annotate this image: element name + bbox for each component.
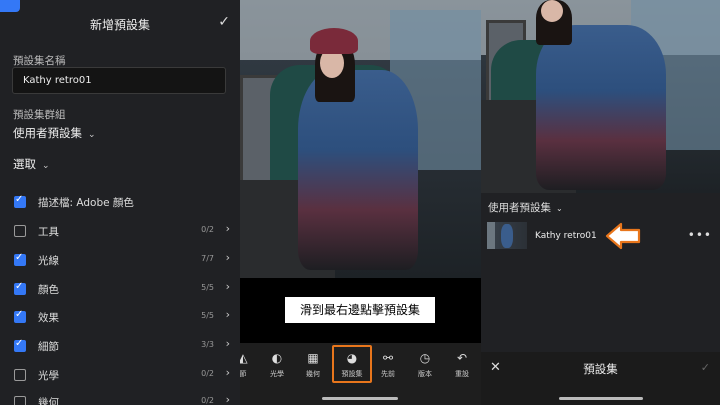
preset-group-label: 預設集群組 [13, 109, 66, 121]
checklist-label: 細節 [38, 341, 59, 353]
checklist-row[interactable]: 幾何 0/2 › [14, 393, 232, 405]
checklist-row[interactable]: 顏色 5/5 › [14, 280, 232, 300]
confirm-icon[interactable]: ✓ [701, 361, 710, 374]
checklist-count: 5/5 [201, 311, 214, 320]
home-indicator [322, 397, 398, 400]
tool-label: 重設 [455, 370, 469, 378]
checkbox[interactable] [14, 252, 26, 266]
checkbox[interactable] [14, 396, 26, 405]
checkbox[interactable] [14, 225, 26, 237]
tool-label: 節 [240, 370, 247, 378]
chevron-right-icon[interactable]: › [226, 337, 230, 350]
tool-reset[interactable]: ↶ 重設 [445, 351, 479, 379]
checklist-label: 效果 [38, 312, 59, 324]
undo-icon: ↶ [456, 351, 468, 365]
tool-label: 光學 [270, 370, 284, 378]
tool-detail[interactable]: ◭ 節 [240, 351, 260, 379]
home-indicator [559, 397, 643, 400]
preset-group-dropdown[interactable]: 使用者預設集 ⌄ [488, 200, 563, 215]
checklist-label: 幾何 [38, 397, 59, 405]
checkbox[interactable] [14, 281, 26, 295]
instruction-caption: 滑到最右邊點擊預設集 [284, 296, 436, 324]
preset-name: Kathy retro01 [535, 231, 597, 241]
photo-preview [481, 0, 720, 193]
chevron-right-icon[interactable]: › [226, 393, 230, 405]
checkbox[interactable] [14, 338, 26, 352]
checklist-count: 0/2 [201, 225, 214, 234]
chevron-right-icon[interactable]: › [226, 251, 230, 264]
presets-bottom-bar: ✕ 預設集 ✓ [481, 352, 720, 405]
preset-name-label: 預設集名稱 [13, 55, 66, 67]
tool-geometry[interactable]: ▦ 幾何 [296, 351, 330, 379]
preset-group-value: 使用者預設集 [488, 202, 551, 214]
preset-group-dropdown[interactable]: 使用者預設集 ⌄ [13, 125, 96, 141]
presets-title: 預設集 [583, 362, 618, 376]
checklist-label: 工具 [38, 226, 59, 238]
checkbox[interactable] [14, 194, 26, 208]
tool-previous[interactable]: ⚯ 先前 [371, 351, 405, 379]
tool-label: 預設集 [341, 370, 363, 378]
chevron-down-icon: ⌄ [556, 204, 563, 213]
chevron-right-icon[interactable]: › [226, 366, 230, 379]
checklist-count: 0/2 [201, 396, 214, 405]
chevron-down-icon: ⌄ [42, 161, 50, 171]
checklist-row[interactable]: 工具 0/2 › [14, 222, 232, 242]
tool-label: 先前 [381, 370, 395, 378]
checklist-count: 3/3 [201, 340, 214, 349]
checklist-label: 光線 [38, 255, 59, 267]
photo-preview [240, 0, 481, 278]
photo-editor-panel: 滑到最右邊點擊預設集 ◭ 節 ◐ 光學 ▦ 幾何 ◕ 預設集 ⚯ 先前 ◷ 版本 ↶ 重設 [240, 0, 481, 405]
chevron-right-icon[interactable]: › [226, 280, 230, 293]
preset-group-value: 使用者預設集 [13, 126, 82, 140]
triangle-icon: ◭ [240, 351, 248, 365]
presets-icon: ◕ [346, 351, 358, 365]
checklist-count: 5/5 [201, 283, 214, 292]
presets-panel: 使用者預設集 ⌄ Kathy retro01 ••• ✕ 預設集 ✓ [481, 0, 720, 405]
chevron-down-icon: ⌄ [88, 130, 96, 140]
tool-label: 版本 [418, 370, 432, 378]
chevron-right-icon[interactable]: › [226, 308, 230, 321]
preset-item[interactable]: Kathy retro01 ••• [481, 222, 720, 250]
create-preset-header: 新增預設集 ✓ [0, 0, 240, 46]
checklist-row[interactable]: 光線 7/7 › [14, 251, 232, 271]
checklist-count: 0/2 [201, 369, 214, 378]
preset-thumbnail [487, 222, 527, 249]
preset-name-input[interactable] [12, 67, 226, 94]
checklist-label: 光學 [38, 370, 59, 382]
left-arrow-icon [605, 222, 641, 250]
create-preset-panel: 新增預設集 ✓ 預設集名稱 預設集群組 使用者預設集 ⌄ 選取 ⌄ 描述檔: Ado… [0, 0, 240, 405]
grid-icon: ▦ [307, 351, 319, 365]
select-label: 選取 [13, 157, 36, 171]
tool-label: 幾何 [306, 370, 320, 378]
checklist-label: 描述檔: Adobe 顏色 [38, 197, 134, 209]
checklist-row[interactable]: 描述檔: Adobe 顏色 [14, 193, 232, 213]
checklist-label: 顏色 [38, 284, 59, 296]
checkbox[interactable] [14, 369, 26, 381]
confirm-icon[interactable]: ✓ [218, 14, 230, 30]
previous-icon: ⚯ [382, 351, 394, 365]
lens-icon: ◐ [271, 351, 283, 365]
checklist-row[interactable]: 效果 5/5 › [14, 308, 232, 328]
clock-icon: ◷ [419, 351, 431, 365]
chevron-right-icon[interactable]: › [226, 222, 230, 235]
more-options-icon[interactable]: ••• [688, 228, 712, 242]
tool-versions[interactable]: ◷ 版本 [408, 351, 442, 379]
select-dropdown[interactable]: 選取 ⌄ [13, 156, 50, 172]
checkbox[interactable] [14, 309, 26, 323]
checklist-count: 7/7 [201, 254, 214, 263]
tool-presets[interactable]: ◕ 預設集 [332, 345, 372, 383]
tool-optics[interactable]: ◐ 光學 [260, 351, 294, 379]
checklist-row[interactable]: 細節 3/3 › [14, 337, 232, 357]
checklist-row[interactable]: 光學 0/2 › [14, 366, 232, 386]
edit-toolbar: ◭ 節 ◐ 光學 ▦ 幾何 ◕ 預設集 ⚯ 先前 ◷ 版本 ↶ 重設 [240, 343, 481, 405]
close-button[interactable] [0, 0, 20, 12]
create-preset-title: 新增預設集 [89, 18, 150, 32]
